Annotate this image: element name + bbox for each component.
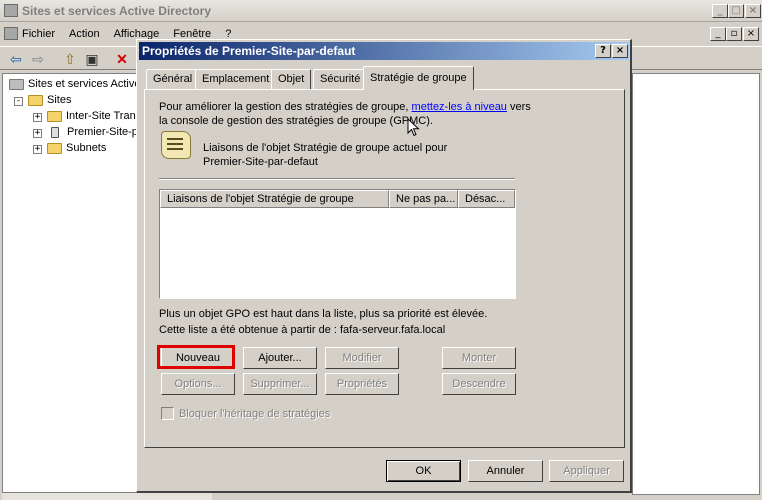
up-folder-icon[interactable]: ⇧: [62, 51, 78, 67]
tree-item-label: Subnets: [66, 142, 107, 154]
tab-securite[interactable]: Sécurité: [313, 69, 368, 89]
tab-objet[interactable]: Objet: [271, 69, 312, 89]
collapse-sites-icon[interactable]: -: [14, 97, 23, 106]
priority-note: Plus un objet GPO est haut dans la liste…: [159, 308, 488, 320]
forward-arrow-icon[interactable]: ⇨: [30, 51, 46, 67]
move-up-button[interactable]: Monter: [442, 347, 516, 369]
cancel-button[interactable]: Annuler: [468, 460, 543, 482]
group-policy-tab-panel: Pour améliorer la gestion des stratégies…: [144, 89, 625, 448]
mouse-cursor-icon: [407, 118, 420, 137]
details-pane: [632, 73, 760, 495]
properties-button[interactable]: Propriétés: [325, 373, 399, 395]
block-inheritance-label: Bloquer l'héritage de stratégies: [179, 408, 331, 420]
back-arrow-icon[interactable]: ⇦: [8, 51, 24, 67]
minimize-button[interactable]: _: [712, 4, 728, 18]
properties-dialog: Propriétés de Premier-Site-par-defaut ? …: [136, 39, 632, 493]
help-button[interactable]: ?: [595, 44, 611, 58]
column-header-no-override[interactable]: Ne pas pa...: [389, 190, 458, 208]
main-title-bar: Sites et services Active Directory _ □ ×: [0, 0, 762, 22]
menu-action[interactable]: Action: [69, 28, 100, 40]
folder-icon: [47, 142, 62, 154]
edit-button[interactable]: Modifier: [325, 347, 399, 369]
dialog-title-bar: Propriétés de Premier-Site-par-defaut ? …: [139, 42, 629, 60]
inner-minimize-button[interactable]: _: [710, 27, 726, 41]
ok-button[interactable]: OK: [386, 460, 461, 482]
upgrade-link[interactable]: mettez-les à niveau: [412, 101, 507, 113]
console-icon: [4, 27, 18, 40]
tree-item-subnets[interactable]: Subnets: [47, 140, 106, 156]
options-button[interactable]: Options...: [161, 373, 235, 395]
tab-general[interactable]: Général: [146, 69, 200, 89]
tree-item-label: Sites: [47, 94, 72, 106]
group-policy-icon: [161, 131, 191, 159]
column-header-links[interactable]: Liaisons de l'objet Stratégie de groupe: [160, 190, 389, 208]
dialog-title: Propriétés de Premier-Site-par-defaut: [142, 44, 356, 58]
dialog-close-button[interactable]: ×: [612, 44, 628, 58]
tree-item-label: Premier-Site-par-defaut: [67, 126, 138, 138]
tree-item-label: Inter-Site Transports: [66, 110, 137, 122]
intro-line-2: la console de gestion des stratégies de …: [159, 115, 433, 127]
column-header-disabled[interactable]: Désac...: [458, 190, 515, 208]
tab-strategie-de-groupe[interactable]: Stratégie de groupe: [363, 66, 474, 90]
block-inheritance-checkbox[interactable]: [161, 407, 174, 420]
horizontal-scrollbar[interactable]: [2, 492, 212, 500]
separator: [159, 178, 515, 180]
folder-icon: [28, 94, 43, 106]
intro-suffix: vers: [510, 101, 531, 113]
intro-text: Pour améliorer la gestion des stratégies…: [159, 101, 531, 114]
folder-icon: [47, 110, 62, 122]
intro-prefix: Pour améliorer la gestion des stratégies…: [159, 101, 409, 113]
tab-emplacement[interactable]: Emplacement: [195, 69, 277, 89]
tree-pane: Sites et services Active Directory - Sit…: [2, 73, 138, 495]
tree-item-sites[interactable]: Sites: [28, 92, 71, 108]
links-title-line-1: Liaisons de l'objet Stratégie de groupe …: [203, 142, 448, 154]
expand-icon[interactable]: +: [33, 129, 42, 138]
expand-icon[interactable]: +: [33, 145, 42, 154]
app-icon: [4, 4, 18, 17]
expand-icon[interactable]: +: [33, 113, 42, 122]
tree-item-inter-site[interactable]: Inter-Site Transports: [47, 108, 137, 124]
apply-button[interactable]: Appliquer: [549, 460, 624, 482]
maximize-button[interactable]: □: [728, 4, 744, 18]
delete-icon[interactable]: ✕: [114, 51, 130, 67]
move-down-button[interactable]: Descendre: [442, 373, 516, 395]
gpo-links-list[interactable]: Liaisons de l'objet Stratégie de groupe …: [159, 189, 516, 299]
tree-root-label: Sites et services Active Directory: [28, 78, 138, 90]
delete-button[interactable]: Supprimer...: [243, 373, 317, 395]
links-title-line-2: Premier-Site-par-defaut: [203, 156, 318, 168]
source-note: Cette liste a été obtenue à partir de : …: [159, 324, 446, 336]
site-icon: [51, 126, 59, 138]
menu-fichier[interactable]: Fichier: [22, 28, 55, 40]
add-button[interactable]: Ajouter...: [243, 347, 317, 369]
close-button[interactable]: ×: [745, 4, 761, 18]
main-window-title: Sites et services Active Directory: [22, 3, 211, 18]
tree-item-premier-site[interactable]: Premier-Site-par-defaut: [47, 124, 138, 140]
new-button[interactable]: Nouveau: [161, 347, 235, 369]
show-tree-icon[interactable]: ▣: [84, 51, 100, 67]
inner-close-button[interactable]: ×: [743, 27, 759, 41]
console-tree-icon: [9, 78, 24, 90]
inner-restore-button[interactable]: ▫: [726, 27, 742, 41]
tree-root[interactable]: Sites et services Active Directory: [9, 76, 138, 92]
